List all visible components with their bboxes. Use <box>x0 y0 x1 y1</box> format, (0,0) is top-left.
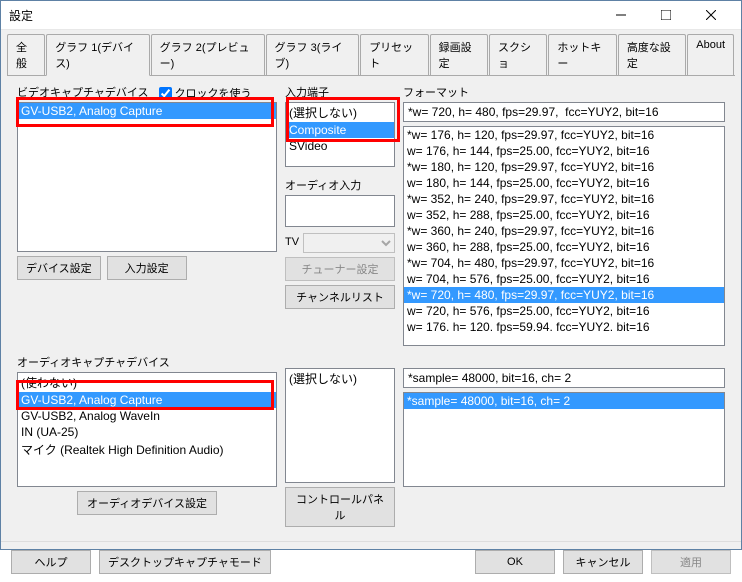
list-item[interactable]: (使わない) <box>18 373 276 392</box>
tab-9[interactable]: About <box>687 34 734 76</box>
audio-device-label: オーディオキャプチャデバイス <box>17 354 170 370</box>
audio-device-list[interactable]: (使わない)GV-USB2, Analog CaptureGV-USB2, An… <box>17 372 277 487</box>
list-item[interactable]: GV-USB2, Analog WaveIn <box>18 408 276 424</box>
list-item[interactable]: w= 352, h= 288, fps=25.00, fcc=YUY2, bit… <box>404 207 724 223</box>
list-item[interactable]: *w= 352, h= 240, fps=29.97, fcc=YUY2, bi… <box>404 191 724 207</box>
desktop-capture-button[interactable]: デスクトップキャプチャモード <box>99 550 271 574</box>
list-item[interactable]: *w= 704, h= 480, fps=29.97, fcc=YUY2, bi… <box>404 255 724 271</box>
tab-0[interactable]: 全般 <box>7 34 45 76</box>
list-item[interactable]: w= 704, h= 576, fps=25.00, fcc=YUY2, bit… <box>404 271 724 287</box>
cancel-button[interactable]: キャンセル <box>563 550 643 574</box>
tab-3[interactable]: グラフ 3(ライブ) <box>266 34 360 76</box>
list-item[interactable]: (選択しない) <box>286 369 394 388</box>
tab-4[interactable]: プリセット <box>360 34 428 76</box>
apply-button: 適用 <box>651 550 731 574</box>
list-item[interactable]: w= 176. h= 120. fps=59.94. fcc=YUY2. bit… <box>404 319 724 335</box>
list-item[interactable]: *sample= 48000, bit=16, ch= 2 <box>404 393 724 409</box>
video-device-label: ビデオキャプチャデバイス <box>17 84 149 100</box>
tab-5[interactable]: 録画設定 <box>430 34 488 76</box>
ok-button[interactable]: OK <box>475 550 555 574</box>
close-button[interactable] <box>688 1 733 29</box>
tab-6[interactable]: スクショ <box>489 34 547 76</box>
audio-format-current-field <box>403 368 725 388</box>
format-list[interactable]: *w= 176, h= 120, fps=29.97, fcc=YUY2, bi… <box>403 126 725 346</box>
tv-dropdown <box>303 233 395 253</box>
list-item[interactable]: *w= 360, h= 240, fps=29.97, fcc=YUY2, bi… <box>404 223 724 239</box>
list-item[interactable]: (選択しない) <box>286 103 394 122</box>
format-label: フォーマット <box>403 84 469 100</box>
list-item[interactable]: GV-USB2, Analog Capture <box>18 103 276 119</box>
list-item[interactable]: IN (UA-25) <box>18 424 276 440</box>
control-panel-button[interactable]: コントロールパネル <box>285 487 395 527</box>
list-item[interactable]: SVideo <box>286 138 394 154</box>
audio-input-label: オーディオ入力 <box>285 177 361 193</box>
list-item[interactable]: Composite <box>286 122 394 138</box>
tab-7[interactable]: ホットキー <box>548 34 616 76</box>
tab-panel: ビデオキャプチャデバイス クロックを使う GV-USB2, Analog Cap… <box>7 75 735 535</box>
format-current-field <box>403 102 725 122</box>
input-settings-button[interactable]: 入力設定 <box>107 256 187 280</box>
list-item[interactable]: *w= 176, h= 120, fps=29.97, fcc=YUY2, bi… <box>404 127 724 143</box>
tv-label: TV <box>285 236 299 248</box>
tab-2[interactable]: グラフ 2(プレビュー) <box>151 34 265 76</box>
settings-window: 設定 全般グラフ 1(デバイス)グラフ 2(プレビュー)グラフ 3(ライブ)プリ… <box>0 0 742 550</box>
list-item[interactable]: w= 720, h= 576, fps=25.00, fcc=YUY2, bit… <box>404 303 724 319</box>
list-item[interactable]: GV-USB2, Analog Capture <box>18 392 276 408</box>
tab-bar: 全般グラフ 1(デバイス)グラフ 2(プレビュー)グラフ 3(ライブ)プリセット… <box>1 30 741 76</box>
audio-format-list[interactable]: *sample= 48000, bit=16, ch= 2 <box>403 392 725 487</box>
audio-select-list[interactable]: (選択しない) <box>285 368 395 483</box>
help-button[interactable]: ヘルプ <box>11 550 91 574</box>
list-item[interactable]: w= 360, h= 288, fps=25.00, fcc=YUY2, bit… <box>404 239 724 255</box>
maximize-button[interactable] <box>643 1 688 29</box>
device-settings-button[interactable]: デバイス設定 <box>17 256 101 280</box>
bottom-bar: ヘルプ デスクトップキャプチャモード OK キャンセル 適用 <box>1 541 741 582</box>
audio-input-list[interactable] <box>285 195 395 227</box>
minimize-button[interactable] <box>598 1 643 29</box>
channel-list-button[interactable]: チャンネルリスト <box>285 285 395 309</box>
audio-device-settings-button[interactable]: オーディオデバイス設定 <box>77 491 217 515</box>
tuner-settings-button: チューナー設定 <box>285 257 395 281</box>
list-item[interactable]: *w= 720, h= 480, fps=29.97, fcc=YUY2, bi… <box>404 287 724 303</box>
input-terminal-list[interactable]: (選択しない)CompositeSVideo <box>285 102 395 167</box>
titlebar: 設定 <box>1 1 741 30</box>
use-clock-input[interactable] <box>159 87 172 100</box>
window-title: 設定 <box>9 7 598 24</box>
input-terminal-label: 入力端子 <box>285 84 329 100</box>
use-clock-checkbox[interactable]: クロックを使う <box>159 85 252 101</box>
list-item[interactable]: マイク (Realtek High Definition Audio) <box>18 440 276 459</box>
video-device-list[interactable]: GV-USB2, Analog Capture <box>17 102 277 252</box>
list-item[interactable]: w= 176, h= 144, fps=25.00, fcc=YUY2, bit… <box>404 143 724 159</box>
list-item[interactable]: w= 180, h= 144, fps=25.00, fcc=YUY2, bit… <box>404 175 724 191</box>
tab-1[interactable]: グラフ 1(デバイス) <box>46 34 149 76</box>
tab-8[interactable]: 高度な設定 <box>618 34 686 76</box>
list-item[interactable]: *w= 180, h= 120, fps=29.97, fcc=YUY2, bi… <box>404 159 724 175</box>
